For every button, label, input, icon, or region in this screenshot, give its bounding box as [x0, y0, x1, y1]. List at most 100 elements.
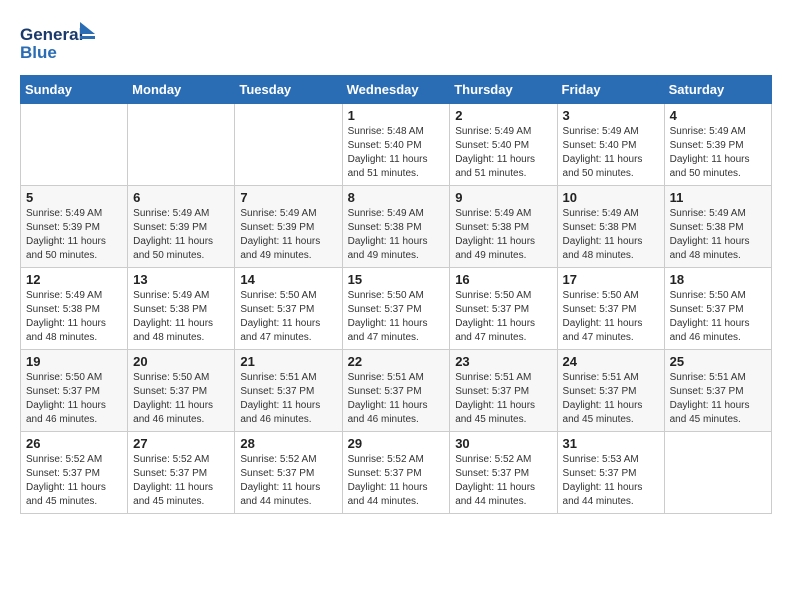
day-info: Sunrise: 5:50 AM Sunset: 5:37 PM Dayligh… [563, 289, 659, 345]
day-number: 16 [455, 272, 551, 287]
day-info: Sunrise: 5:52 AM Sunset: 5:37 PM Dayligh… [455, 453, 551, 509]
calendar-cell: 13 Sunrise: 5:49 AM Sunset: 5:38 PM Dayli… [128, 268, 235, 350]
calendar-week-2: 5Sunrise: 5:49 AM Sunset: 5:39 PM Daylig… [21, 186, 772, 268]
day-info: Sunrise: 5:52 AM Sunset: 5:37 PM Dayligh… [348, 453, 445, 509]
day-number: 17 [563, 272, 659, 287]
calendar-cell: 20 Sunrise: 5:50 AM Sunset: 5:37 PM Dayli… [128, 350, 235, 432]
day-info: Sunrise: 5:51 AM Sunset: 5:37 PM Dayligh… [348, 371, 445, 427]
day-info: Sunrise: 5:49 AM Sunset: 5:38 PM Dayligh… [455, 207, 551, 263]
calendar-cell [664, 432, 771, 514]
day-number: 9 [455, 190, 551, 205]
day-info: Sunrise: 5:51 AM Sunset: 5:37 PM Dayligh… [670, 371, 766, 427]
column-header-saturday: Saturday [664, 76, 771, 104]
calendar-cell: 9 Sunrise: 5:49 AM Sunset: 5:38 PM Daylig… [450, 186, 557, 268]
day-number: 28 [240, 436, 336, 451]
day-number: 23 [455, 354, 551, 369]
calendar-cell: 7 Sunrise: 5:49 AM Sunset: 5:39 PM Daylig… [235, 186, 342, 268]
logo: GeneralBlue [20, 20, 100, 65]
day-number: 2 [455, 108, 551, 123]
calendar-cell: 8 Sunrise: 5:49 AM Sunset: 5:38 PM Daylig… [342, 186, 450, 268]
calendar-week-3: 12 Sunrise: 5:49 AM Sunset: 5:38 PM Dayli… [21, 268, 772, 350]
day-info: Sunrise: 5:49 AM Sunset: 5:40 PM Dayligh… [563, 125, 659, 181]
day-info: Sunrise: 5:50 AM Sunset: 5:37 PM Dayligh… [455, 289, 551, 345]
calendar-header-row: SundayMondayTuesdayWednesdayThursdayFrid… [21, 76, 772, 104]
calendar-cell: 2 Sunrise: 5:49 AM Sunset: 5:40 PM Daylig… [450, 104, 557, 186]
day-number: 25 [670, 354, 766, 369]
day-number: 19 [26, 354, 122, 369]
column-header-sunday: Sunday [21, 76, 128, 104]
day-number: 15 [348, 272, 445, 287]
column-header-thursday: Thursday [450, 76, 557, 104]
calendar-cell: 30 Sunrise: 5:52 AM Sunset: 5:37 PM Dayli… [450, 432, 557, 514]
column-header-tuesday: Tuesday [235, 76, 342, 104]
day-info: Sunrise: 5:53 AM Sunset: 5:37 PM Dayligh… [563, 453, 659, 509]
day-info: Sunrise: 5:48 AM Sunset: 5:40 PM Dayligh… [348, 125, 445, 181]
day-info: Sunrise: 5:50 AM Sunset: 5:37 PM Dayligh… [133, 371, 229, 427]
calendar-cell: 29Sunrise: 5:52 AM Sunset: 5:37 PM Dayli… [342, 432, 450, 514]
day-info: Sunrise: 5:49 AM Sunset: 5:38 PM Dayligh… [26, 289, 122, 345]
calendar-cell: 18 Sunrise: 5:50 AM Sunset: 5:37 PM Dayli… [664, 268, 771, 350]
calendar-cell: 1Sunrise: 5:48 AM Sunset: 5:40 PM Daylig… [342, 104, 450, 186]
calendar-cell: 12 Sunrise: 5:49 AM Sunset: 5:38 PM Dayli… [21, 268, 128, 350]
calendar-cell: 11 Sunrise: 5:49 AM Sunset: 5:38 PM Dayli… [664, 186, 771, 268]
calendar-cell [21, 104, 128, 186]
calendar-cell: 21 Sunrise: 5:51 AM Sunset: 5:37 PM Dayli… [235, 350, 342, 432]
day-number: 18 [670, 272, 766, 287]
day-number: 11 [670, 190, 766, 205]
calendar-cell: 26 Sunrise: 5:52 AM Sunset: 5:37 PM Dayli… [21, 432, 128, 514]
calendar-table: SundayMondayTuesdayWednesdayThursdayFrid… [20, 75, 772, 514]
day-info: Sunrise: 5:49 AM Sunset: 5:39 PM Dayligh… [670, 125, 766, 181]
calendar-week-5: 26 Sunrise: 5:52 AM Sunset: 5:37 PM Dayli… [21, 432, 772, 514]
day-info: Sunrise: 5:49 AM Sunset: 5:40 PM Dayligh… [455, 125, 551, 181]
day-info: Sunrise: 5:51 AM Sunset: 5:37 PM Dayligh… [563, 371, 659, 427]
calendar-cell: 31Sunrise: 5:53 AM Sunset: 5:37 PM Dayli… [557, 432, 664, 514]
day-info: Sunrise: 5:51 AM Sunset: 5:37 PM Dayligh… [455, 371, 551, 427]
day-info: Sunrise: 5:49 AM Sunset: 5:38 PM Dayligh… [348, 207, 445, 263]
calendar-week-4: 19 Sunrise: 5:50 AM Sunset: 5:37 PM Dayli… [21, 350, 772, 432]
calendar-cell [128, 104, 235, 186]
day-number: 3 [563, 108, 659, 123]
day-info: Sunrise: 5:49 AM Sunset: 5:38 PM Dayligh… [133, 289, 229, 345]
day-info: Sunrise: 5:52 AM Sunset: 5:37 PM Dayligh… [133, 453, 229, 509]
day-number: 13 [133, 272, 229, 287]
calendar-cell: 6Sunrise: 5:49 AM Sunset: 5:39 PM Daylig… [128, 186, 235, 268]
day-number: 10 [563, 190, 659, 205]
day-number: 7 [240, 190, 336, 205]
calendar-cell: 19 Sunrise: 5:50 AM Sunset: 5:37 PM Dayli… [21, 350, 128, 432]
calendar-cell: 14Sunrise: 5:50 AM Sunset: 5:37 PM Dayli… [235, 268, 342, 350]
column-header-monday: Monday [128, 76, 235, 104]
day-number: 24 [563, 354, 659, 369]
logo-svg: GeneralBlue [20, 20, 100, 65]
calendar-cell [235, 104, 342, 186]
day-number: 6 [133, 190, 229, 205]
day-number: 30 [455, 436, 551, 451]
day-number: 8 [348, 190, 445, 205]
day-info: Sunrise: 5:50 AM Sunset: 5:37 PM Dayligh… [670, 289, 766, 345]
calendar-cell: 24 Sunrise: 5:51 AM Sunset: 5:37 PM Dayli… [557, 350, 664, 432]
day-number: 20 [133, 354, 229, 369]
calendar-cell: 22Sunrise: 5:51 AM Sunset: 5:37 PM Dayli… [342, 350, 450, 432]
calendar-cell: 17 Sunrise: 5:50 AM Sunset: 5:37 PM Dayli… [557, 268, 664, 350]
day-number: 4 [670, 108, 766, 123]
day-info: Sunrise: 5:50 AM Sunset: 5:37 PM Dayligh… [26, 371, 122, 427]
day-info: Sunrise: 5:50 AM Sunset: 5:37 PM Dayligh… [348, 289, 445, 345]
calendar-cell: 3 Sunrise: 5:49 AM Sunset: 5:40 PM Daylig… [557, 104, 664, 186]
day-info: Sunrise: 5:52 AM Sunset: 5:37 PM Dayligh… [240, 453, 336, 509]
svg-text:General: General [20, 25, 83, 44]
day-number: 21 [240, 354, 336, 369]
day-info: Sunrise: 5:51 AM Sunset: 5:37 PM Dayligh… [240, 371, 336, 427]
calendar-cell: 4 Sunrise: 5:49 AM Sunset: 5:39 PM Daylig… [664, 104, 771, 186]
svg-text:Blue: Blue [20, 43, 57, 62]
day-number: 14 [240, 272, 336, 287]
day-number: 12 [26, 272, 122, 287]
column-header-friday: Friday [557, 76, 664, 104]
calendar-cell: 25 Sunrise: 5:51 AM Sunset: 5:37 PM Dayli… [664, 350, 771, 432]
day-info: Sunrise: 5:49 AM Sunset: 5:38 PM Dayligh… [670, 207, 766, 263]
day-info: Sunrise: 5:52 AM Sunset: 5:37 PM Dayligh… [26, 453, 122, 509]
calendar-cell: 27Sunrise: 5:52 AM Sunset: 5:37 PM Dayli… [128, 432, 235, 514]
day-number: 26 [26, 436, 122, 451]
calendar-cell: 15 Sunrise: 5:50 AM Sunset: 5:37 PM Dayli… [342, 268, 450, 350]
day-info: Sunrise: 5:49 AM Sunset: 5:39 PM Dayligh… [240, 207, 336, 263]
calendar-cell: 5Sunrise: 5:49 AM Sunset: 5:39 PM Daylig… [21, 186, 128, 268]
calendar-cell: 28 Sunrise: 5:52 AM Sunset: 5:37 PM Dayli… [235, 432, 342, 514]
